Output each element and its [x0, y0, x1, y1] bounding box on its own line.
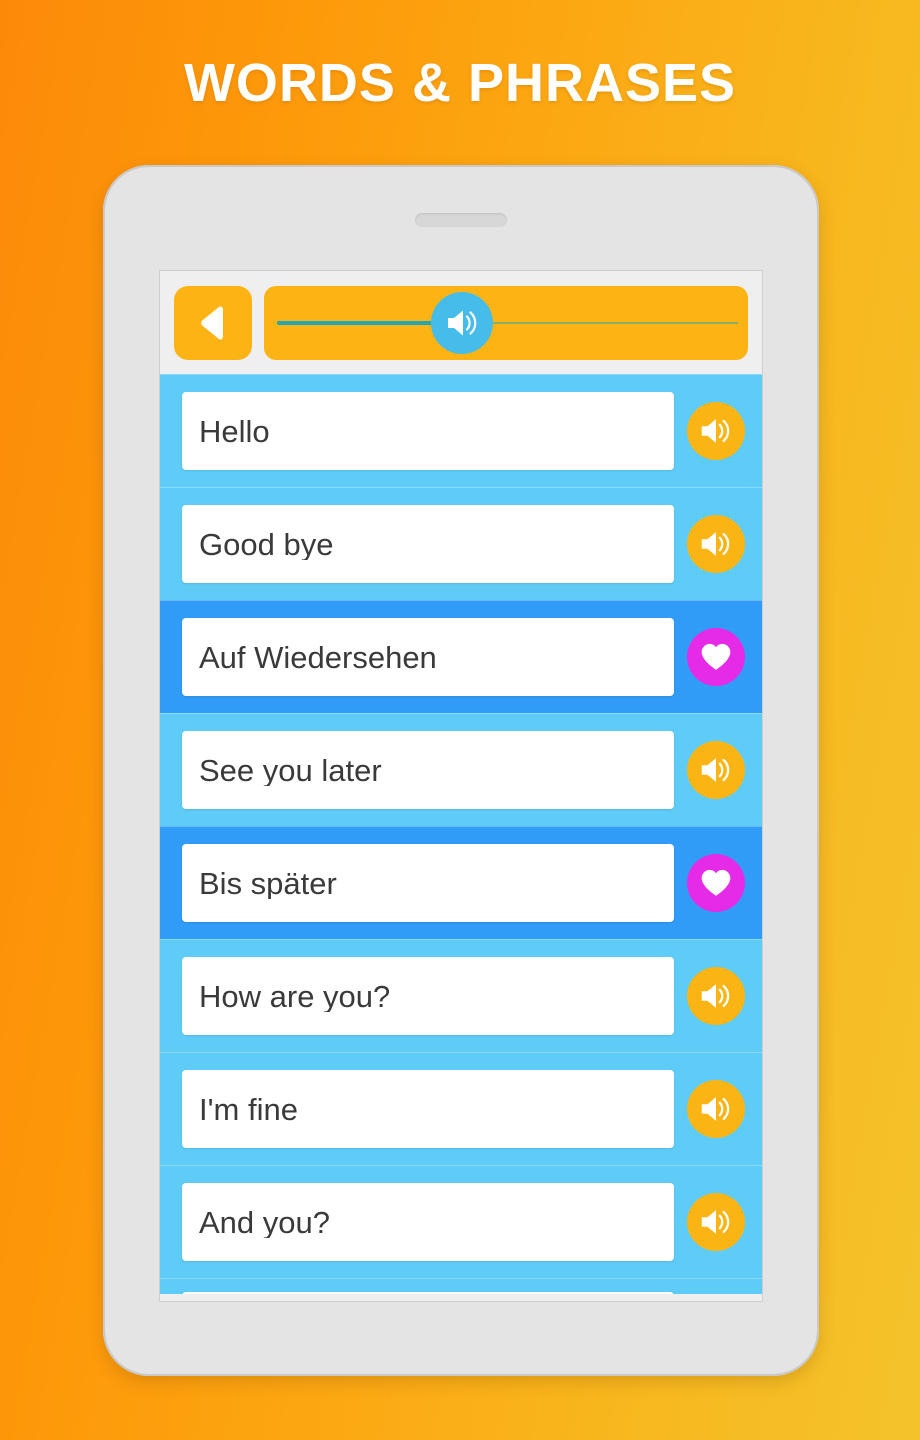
speaker-icon	[697, 1090, 735, 1128]
favorite-button[interactable]	[687, 854, 745, 912]
phrase-field[interactable]: Hello	[182, 392, 674, 470]
speaker-icon	[697, 1203, 735, 1241]
phrase-field[interactable]: Bis später	[182, 844, 674, 922]
phrase-text: Auf Wiedersehen	[199, 641, 437, 673]
phrase-text: Hello	[199, 415, 270, 447]
page-title: WORDS & PHRASES	[183, 53, 737, 113]
speak-button[interactable]	[687, 1193, 745, 1251]
phone-screen: Hello Good bye Auf Wiedersehen See you l…	[159, 270, 763, 1302]
speaker-icon	[442, 303, 482, 343]
list-item[interactable]	[160, 1278, 762, 1294]
earpiece-speaker-icon	[415, 213, 507, 227]
speak-button[interactable]	[687, 967, 745, 1025]
list-item[interactable]: See you later	[160, 713, 762, 826]
speaker-icon	[697, 412, 735, 450]
heart-icon	[699, 866, 733, 900]
list-item[interactable]: Hello	[160, 374, 762, 487]
speaker-icon	[697, 751, 735, 789]
phrase-text: And you?	[199, 1206, 330, 1238]
list-item[interactable]: I'm fine	[160, 1052, 762, 1165]
phrase-text: See you later	[199, 754, 382, 786]
list-item[interactable]: And you?	[160, 1165, 762, 1278]
list-item[interactable]: Good bye	[160, 487, 762, 600]
phrase-field[interactable]	[182, 1292, 674, 1294]
speak-button[interactable]	[687, 741, 745, 799]
speak-button[interactable]	[687, 515, 745, 573]
phrase-list: Hello Good bye Auf Wiedersehen See you l…	[160, 374, 762, 1294]
back-triangle-icon	[191, 301, 235, 345]
list-item[interactable]: Bis später	[160, 826, 762, 939]
list-item[interactable]: How are you?	[160, 939, 762, 1052]
speak-button[interactable]	[687, 1080, 745, 1138]
list-item[interactable]: Auf Wiedersehen	[160, 600, 762, 713]
app-toolbar	[160, 271, 762, 374]
phrase-field[interactable]: I'm fine	[182, 1070, 674, 1148]
phrase-field[interactable]: And you?	[182, 1183, 674, 1261]
phrase-text: Bis später	[199, 867, 337, 899]
speak-button[interactable]	[687, 402, 745, 460]
phrase-text: I'm fine	[199, 1093, 298, 1125]
volume-slider-thumb[interactable]	[431, 291, 494, 354]
phrase-field[interactable]: Auf Wiedersehen	[182, 618, 674, 696]
speaker-icon	[697, 525, 735, 563]
speaker-icon	[697, 977, 735, 1015]
volume-slider[interactable]	[264, 285, 748, 360]
phone-device-frame: Hello Good bye Auf Wiedersehen See you l…	[103, 165, 819, 1376]
back-button[interactable]	[174, 285, 252, 360]
phrase-text: How are you?	[199, 980, 391, 1012]
favorite-button[interactable]	[687, 628, 745, 686]
phrase-text: Good bye	[199, 528, 334, 560]
phrase-field[interactable]: Good bye	[182, 505, 674, 583]
phrase-field[interactable]: See you later	[182, 731, 674, 809]
heart-icon	[699, 640, 733, 674]
phrase-field[interactable]: How are you?	[182, 957, 674, 1035]
